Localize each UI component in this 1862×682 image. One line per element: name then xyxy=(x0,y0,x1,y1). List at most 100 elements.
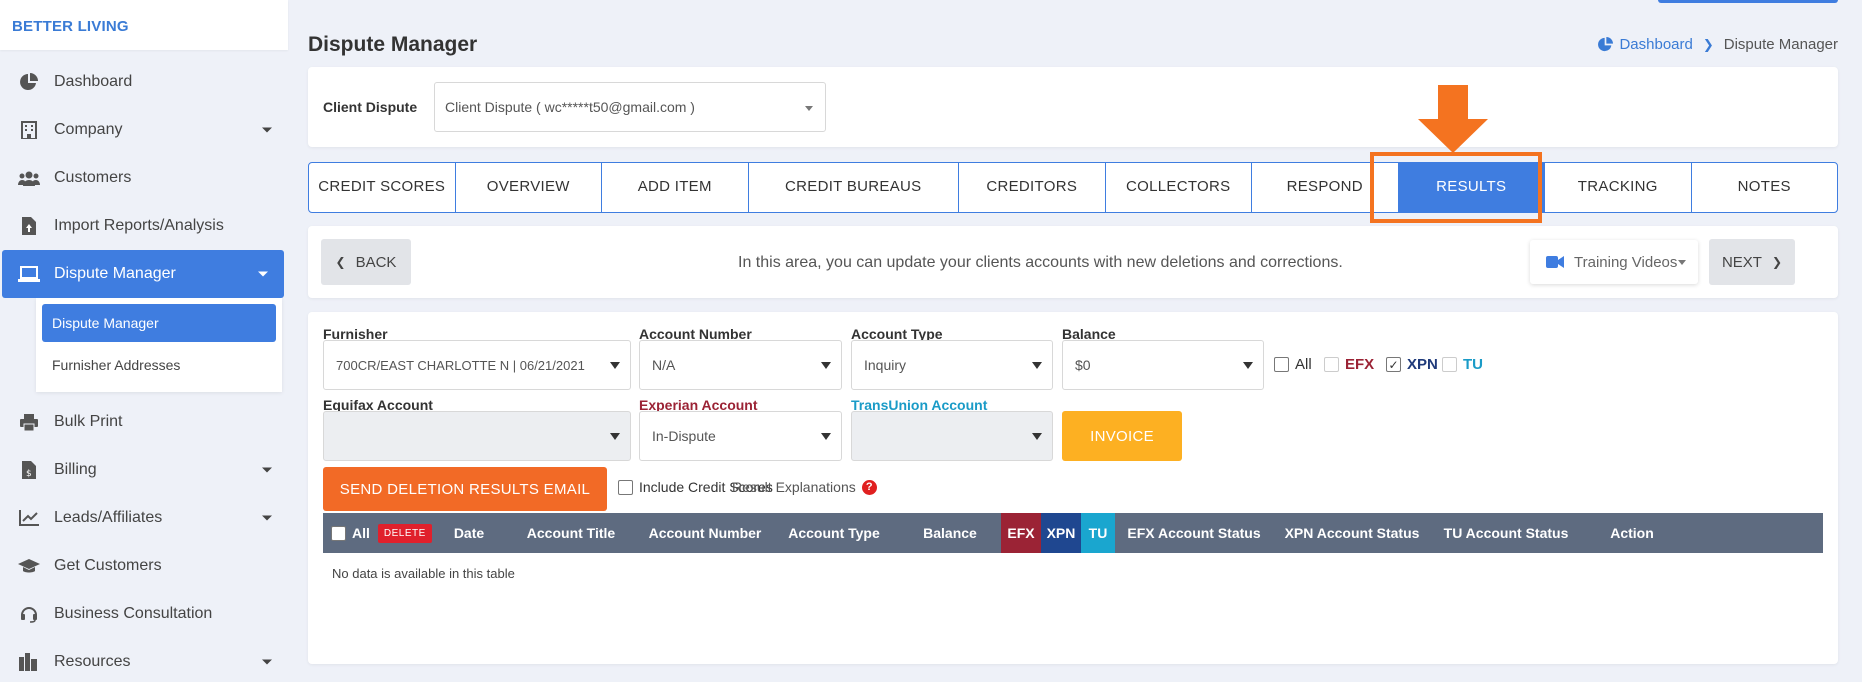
printer-icon xyxy=(18,412,40,432)
transunion-account-select[interactable] xyxy=(851,411,1053,461)
client-dispute-select[interactable]: Client Dispute ( wc*****t50@gmail.com ) xyxy=(434,82,826,132)
result-explanations-link[interactable]: Result Explanations ? xyxy=(732,479,877,495)
chevron-down-icon xyxy=(258,271,268,277)
account-type-select[interactable]: Inquiry xyxy=(851,340,1053,390)
invoice-button[interactable]: INVOICE xyxy=(1062,411,1182,461)
equifax-account-select[interactable] xyxy=(323,411,631,461)
file-upload-icon xyxy=(18,216,40,236)
bureau-xpn-checkbox[interactable]: ✓ XPN xyxy=(1386,356,1438,373)
next-label: NEXT xyxy=(1721,253,1762,271)
client-dispute-card: Client Dispute Client Dispute ( wc*****t… xyxy=(308,67,1838,147)
chevron-down-icon xyxy=(821,362,831,369)
sidebar-item-customers[interactable]: Customers xyxy=(0,154,288,202)
results-form-card: Furnisher 700CR/EAST CHARLOTTE N | 06/21… xyxy=(308,312,1838,664)
chevron-down-icon xyxy=(805,106,813,111)
breadcrumb-home-link[interactable]: Dashboard xyxy=(1598,36,1693,53)
dispute-tabs: CREDIT SCORES OVERVIEW ADD ITEM CREDIT B… xyxy=(308,162,1838,213)
tab-credit-bureaus[interactable]: CREDIT BUREAUS xyxy=(749,163,959,212)
tab-credit-scores[interactable]: CREDIT SCORES xyxy=(309,163,456,212)
column-header-action[interactable]: Action xyxy=(1581,513,1683,553)
bureau-efx-checkbox[interactable]: EFX xyxy=(1324,356,1374,373)
column-header-tu[interactable]: TU xyxy=(1081,513,1115,553)
building-icon xyxy=(18,120,40,140)
chevron-down-icon xyxy=(262,467,272,473)
chevron-down-icon xyxy=(1032,362,1042,369)
back-button[interactable]: ❮ BACK xyxy=(321,239,411,285)
bureau-all-checkbox[interactable]: All xyxy=(1274,356,1312,373)
sidebar-item-label: Billing xyxy=(54,461,97,478)
sidebar-item-import-reports[interactable]: Import Reports/Analysis xyxy=(0,202,288,250)
sidebar-item-label: Business Consultation xyxy=(54,605,213,622)
bureau-tu-checkbox[interactable]: TU xyxy=(1442,356,1483,373)
invoice-icon: $ xyxy=(18,460,40,480)
chevron-down-icon xyxy=(821,433,831,440)
top-action-button[interactable] xyxy=(1658,0,1838,3)
chevron-down-icon xyxy=(262,515,272,521)
sidebar-item-label: Dispute Manager xyxy=(54,265,176,282)
sidebar-item-billing[interactable]: $ Billing xyxy=(0,446,288,494)
tab-collectors[interactable]: COLLECTORS xyxy=(1106,163,1252,212)
column-header-xpn[interactable]: XPN xyxy=(1041,513,1081,553)
furnisher-value: 700CR/EAST CHARLOTTE N | 06/21/2021 xyxy=(336,358,585,373)
help-icon[interactable]: ? xyxy=(861,479,877,495)
submenu-item-dispute-manager[interactable]: Dispute Manager xyxy=(42,304,276,342)
arrow-down-icon xyxy=(1418,85,1488,153)
select-all-checkbox[interactable] xyxy=(331,525,346,541)
sidebar-item-dispute-manager[interactable]: Dispute Manager xyxy=(2,250,284,298)
sidebar-item-leads-affiliates[interactable]: Leads/Affiliates xyxy=(0,494,288,542)
column-header-balance[interactable]: Balance xyxy=(899,513,1001,553)
experian-account-value: In-Dispute xyxy=(652,428,716,444)
next-button[interactable]: NEXT ❯ xyxy=(1709,239,1795,285)
column-header-efx[interactable]: EFX xyxy=(1001,513,1041,553)
furnisher-select[interactable]: 700CR/EAST CHARLOTTE N | 06/21/2021 xyxy=(323,340,631,390)
column-header-account-number[interactable]: Account Number xyxy=(641,513,769,553)
sidebar-item-business-consultation[interactable]: Business Consultation xyxy=(0,590,288,638)
chevron-down-icon xyxy=(1678,260,1686,265)
client-dispute-label: Client Dispute xyxy=(323,99,418,115)
sidebar-nav-lower: Bulk Print $ Billing Leads/Affiliates Ge… xyxy=(0,398,288,682)
sidebar-item-dashboard[interactable]: Dashboard xyxy=(0,58,288,106)
brand-logo[interactable]: BETTER LIVING xyxy=(0,0,288,50)
training-videos-dropdown[interactable]: Training Videos xyxy=(1530,240,1698,284)
sidebar-item-company[interactable]: Company xyxy=(0,106,288,154)
sidebar: BETTER LIVING Dashboard Company Customer… xyxy=(0,0,288,682)
tab-add-item[interactable]: ADD ITEM xyxy=(602,163,749,212)
account-number-select[interactable]: N/A xyxy=(639,340,842,390)
video-camera-icon xyxy=(1546,256,1564,268)
account-number-value: N/A xyxy=(652,357,676,373)
tab-tracking[interactable]: TRACKING xyxy=(1545,163,1692,212)
column-header-xpn-account-status[interactable]: XPN Account Status xyxy=(1273,513,1431,553)
column-header-tu-account-status[interactable]: TU Account Status xyxy=(1431,513,1581,553)
column-header-date[interactable]: Date xyxy=(437,513,501,553)
column-header-efx-account-status[interactable]: EFX Account Status xyxy=(1115,513,1273,553)
page-title: Dispute Manager xyxy=(308,33,478,56)
sidebar-item-bulk-print[interactable]: Bulk Print xyxy=(0,398,288,446)
sidebar-item-resources[interactable]: Resources xyxy=(0,638,288,682)
chevron-down-icon xyxy=(1032,433,1042,440)
balance-select[interactable]: $0 xyxy=(1062,340,1264,390)
results-table-header: All DELETE Date Account Title Account Nu… xyxy=(323,513,1823,553)
checkbox-box xyxy=(1442,357,1457,372)
pie-chart-icon xyxy=(1598,37,1614,52)
tab-overview[interactable]: OVERVIEW xyxy=(456,163,602,212)
tab-creditors[interactable]: CREDITORS xyxy=(959,163,1106,212)
experian-account-select[interactable]: In-Dispute xyxy=(639,411,842,461)
select-all-label: All xyxy=(352,525,370,541)
sidebar-nav: Dashboard Company Customers Import Repor… xyxy=(0,50,288,298)
send-deletion-results-email-button[interactable]: SEND DELETION RESULTS EMAIL xyxy=(323,467,607,511)
sidebar-item-get-customers[interactable]: Get Customers xyxy=(0,542,288,590)
delete-button[interactable]: DELETE xyxy=(377,523,432,543)
tab-notes[interactable]: NOTES xyxy=(1692,163,1838,212)
table-empty-message: No data is available in this table xyxy=(332,566,515,581)
tab-respond[interactable]: RESPOND xyxy=(1252,163,1399,212)
submenu-item-furnisher-addresses[interactable]: Furnisher Addresses xyxy=(42,346,276,384)
column-header-account-title[interactable]: Account Title xyxy=(501,513,641,553)
sidebar-item-label: Customers xyxy=(54,169,132,186)
check-icon: ✓ xyxy=(1386,357,1401,372)
column-header-account-type[interactable]: Account Type xyxy=(769,513,899,553)
chevron-right-icon: ❯ xyxy=(1702,36,1714,52)
training-videos-label: Training Videos xyxy=(1574,253,1678,271)
users-icon xyxy=(18,168,40,188)
tab-results[interactable]: RESULTS xyxy=(1398,163,1545,212)
sidebar-item-label: Get Customers xyxy=(54,557,162,574)
